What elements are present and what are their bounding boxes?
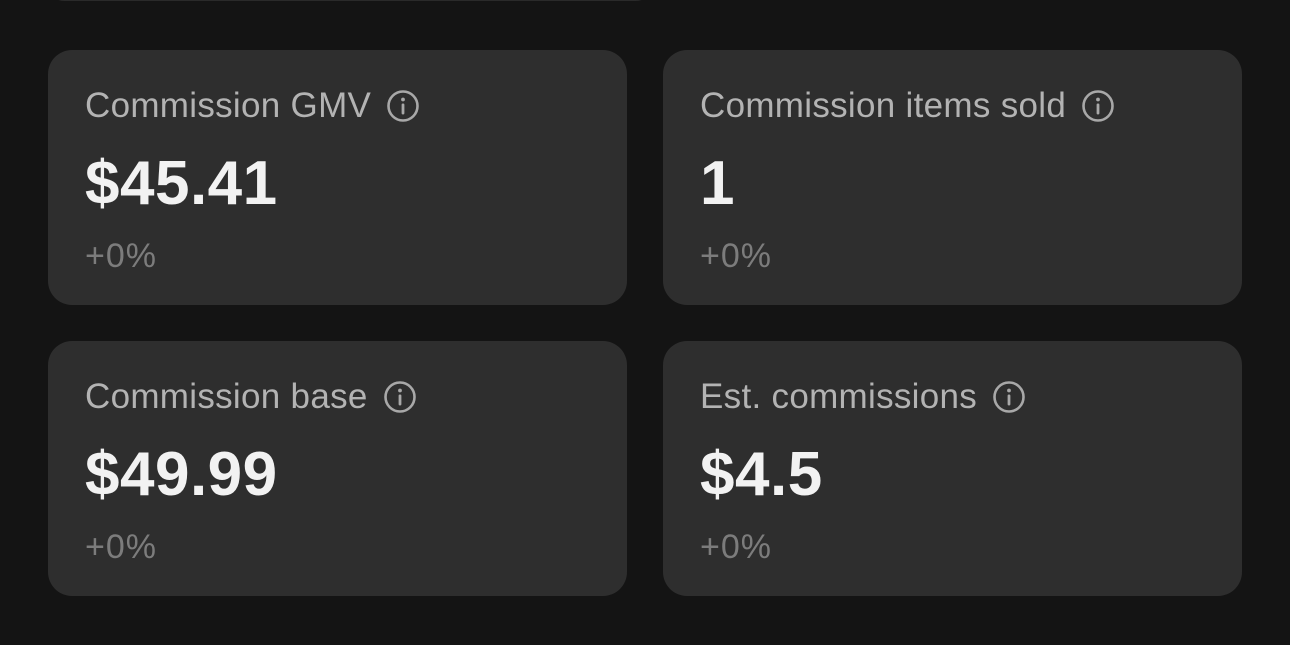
metric-title: Commission base (85, 377, 368, 416)
metric-header: Commission GMV (85, 86, 591, 126)
metric-card-commission-base: Commission base $49.99 +0% (48, 341, 627, 596)
metric-header: Commission base (85, 377, 591, 417)
metrics-grid: Commission GMV $45.41 +0% Commission ite… (48, 50, 1242, 596)
metric-header: Est. commissions (700, 377, 1206, 417)
metric-header: Commission items sold (700, 86, 1206, 126)
info-icon[interactable] (383, 380, 417, 414)
metric-title: Commission GMV (85, 86, 372, 125)
metric-value: $4.5 (700, 440, 823, 509)
info-icon[interactable] (992, 380, 1026, 414)
metrics-panel: Commission GMV $45.41 +0% Commission ite… (0, 0, 1290, 645)
metric-change: +0% (85, 237, 157, 275)
metric-card-est-commissions: Est. commissions $4.5 +0% (663, 341, 1242, 596)
metric-value: $49.99 (85, 440, 278, 509)
info-icon[interactable] (386, 89, 420, 123)
previous-card-edge (48, 0, 652, 1)
metric-card-commission-gmv: Commission GMV $45.41 +0% (48, 50, 627, 305)
metric-change: +0% (85, 528, 157, 566)
metric-change: +0% (700, 528, 772, 566)
metric-title: Commission items sold (700, 86, 1067, 125)
metric-value: 1 (700, 149, 735, 218)
metric-value: $45.41 (85, 149, 278, 218)
metric-title: Est. commissions (700, 377, 978, 416)
info-icon[interactable] (1081, 89, 1115, 123)
metric-change: +0% (700, 237, 772, 275)
metric-card-commission-items-sold: Commission items sold 1 +0% (663, 50, 1242, 305)
